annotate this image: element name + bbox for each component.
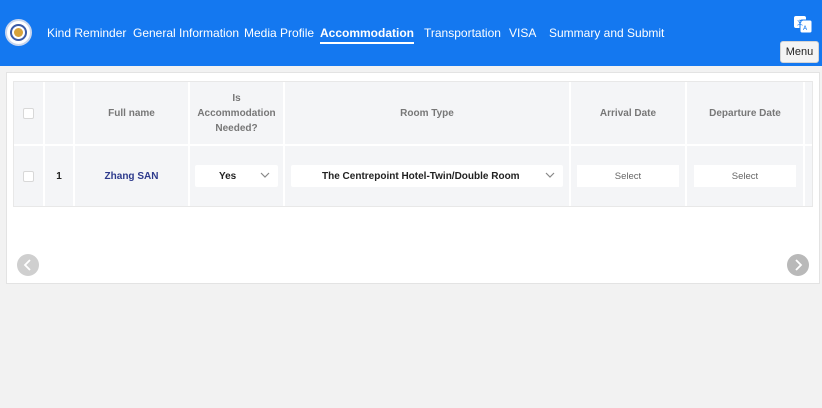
- accommodation-table: Full name Is Accommodation Needed? Room …: [13, 81, 813, 207]
- table-header-row: Full name Is Accommodation Needed? Room …: [14, 82, 812, 144]
- nav-item-visa[interactable]: VISA: [509, 25, 536, 41]
- row-accommodation-cell: Yes: [190, 146, 285, 206]
- arrival-date-picker[interactable]: Select: [577, 165, 679, 187]
- departure-date-picker[interactable]: Select: [694, 165, 796, 187]
- row-arrival-cell: Select: [571, 146, 687, 206]
- top-navigation-bar: Kind Reminder General Information Media …: [0, 0, 822, 66]
- row-departure-cell: Select: [687, 146, 805, 206]
- nav-item-media-profile[interactable]: Media Profile: [244, 25, 314, 41]
- chevron-down-icon: [260, 172, 270, 178]
- row-index: 1: [56, 170, 62, 182]
- header-arrival-date: Arrival Date: [571, 82, 687, 144]
- header-accommodation-line-2: Accommodation: [197, 107, 276, 119]
- accommodation-needed-select[interactable]: Yes: [195, 165, 278, 187]
- nav-item-transportation[interactable]: Transportation: [424, 25, 501, 41]
- accommodation-card: Full name Is Accommodation Needed? Room …: [6, 72, 820, 284]
- header-room-type: Room Type: [285, 82, 571, 144]
- row-room-type-cell: The Centrepoint Hotel-Twin/Double Room: [285, 146, 571, 206]
- accommodation-needed-value: Yes: [219, 170, 237, 182]
- header-index-cell: [45, 82, 75, 144]
- room-type-select[interactable]: The Centrepoint Hotel-Twin/Double Room: [291, 165, 563, 187]
- header-overflow-cell: [805, 82, 812, 144]
- emblem-logo[interactable]: [5, 19, 32, 46]
- nav-item-general-information[interactable]: General Information: [133, 25, 239, 41]
- header-departure-date: Departure Date: [687, 82, 805, 144]
- nav-item-kind-reminder[interactable]: Kind Reminder: [47, 25, 126, 41]
- header-accommodation-line-1: Is: [232, 92, 241, 104]
- row-full-name-cell: Zhang SAN: [75, 146, 190, 206]
- row-full-name: Zhang SAN: [104, 170, 159, 182]
- chevron-right-icon[interactable]: [787, 254, 809, 276]
- table-row: 1 Zhang SAN Yes The Centrepoint Hotel-Tw…: [14, 146, 812, 206]
- header-select-cell: [14, 82, 45, 144]
- row-index-cell: 1: [45, 146, 75, 206]
- menu-button[interactable]: Menu: [780, 41, 819, 63]
- chevron-down-icon: [545, 172, 555, 178]
- translate-icon[interactable]: 文 A: [793, 14, 813, 34]
- nav-item-accommodation[interactable]: Accommodation: [320, 25, 415, 44]
- logo-core: [14, 28, 23, 37]
- select-all-checkbox[interactable]: [23, 107, 34, 119]
- header-full-name: Full name: [75, 82, 190, 144]
- room-type-value: The Centrepoint Hotel-Twin/Double Room: [322, 170, 520, 182]
- header-accommodation-needed: Is Accommodation Needed?: [190, 82, 285, 144]
- chevron-left-icon[interactable]: [17, 254, 39, 276]
- row-checkbox[interactable]: [23, 170, 34, 182]
- header-accommodation-line-3: Needed?: [215, 122, 258, 134]
- row-select-cell: [14, 146, 45, 206]
- row-overflow-cell: [805, 146, 812, 206]
- nav-item-summary-and-submit[interactable]: Summary and Submit: [549, 25, 664, 41]
